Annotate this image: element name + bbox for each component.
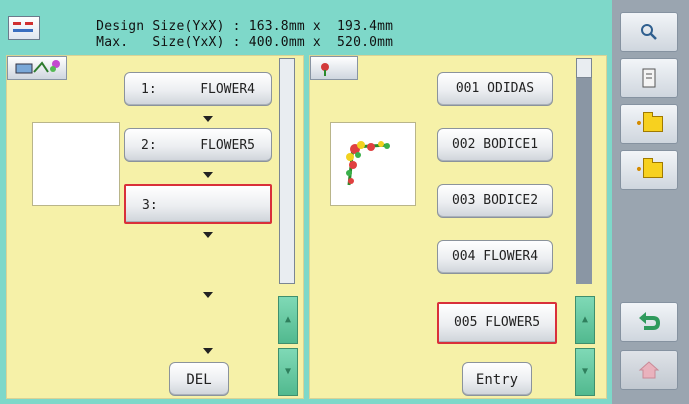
- scroll-up-button[interactable]: ▲: [278, 296, 298, 344]
- return-icon: [639, 312, 661, 330]
- memory-icon: [642, 68, 656, 88]
- design-layout-icon: [8, 16, 40, 40]
- pattern-item-1[interactable]: 001 ODIDAS: [437, 72, 553, 106]
- combination-preview: [32, 122, 120, 206]
- slot-1-button[interactable]: 1: FLOWER4: [124, 72, 272, 106]
- scrollbar-thumb[interactable]: [576, 58, 592, 78]
- pattern-item-5[interactable]: 005 FLOWER5: [437, 302, 557, 344]
- pattern-item-3[interactable]: 003 BODICE2: [437, 184, 553, 218]
- slot-3-button[interactable]: 3:: [124, 184, 272, 224]
- scroll-up-button[interactable]: ▲: [575, 296, 595, 344]
- entry-button[interactable]: Entry: [462, 362, 532, 396]
- home-icon: [638, 361, 660, 379]
- zoom-button[interactable]: [620, 12, 678, 52]
- max-size-label: Max. Size(YxX): [96, 35, 225, 50]
- folder-back-button[interactable]: •: [620, 104, 678, 144]
- arrow-down-icon: [203, 116, 213, 122]
- screen: Design Size(YxX) : 163.8mm x 193.4mm Max…: [0, 0, 689, 404]
- pattern-preview: [330, 122, 416, 206]
- home-button[interactable]: [620, 350, 678, 390]
- scroll-down-button[interactable]: ▼: [278, 348, 298, 396]
- scrollbar-thumb[interactable]: [279, 58, 295, 284]
- arrow-down-icon: [203, 292, 213, 298]
- delete-button[interactable]: DEL: [169, 362, 229, 396]
- combination-panel: 1: FLOWER4 2: FLOWER5 3: DEL ▲ ▼: [6, 55, 304, 399]
- arrow-down-icon: [203, 172, 213, 178]
- flower-marker-icon[interactable]: [310, 56, 358, 80]
- zoom-icon: [641, 24, 657, 40]
- slot-2-button[interactable]: 2: FLOWER5: [124, 128, 272, 162]
- scrollbar[interactable]: [576, 58, 592, 284]
- pattern-item-2[interactable]: 002 BODICE1: [437, 128, 553, 162]
- folder-next-icon: [643, 158, 664, 178]
- combine-editor-icon[interactable]: [7, 56, 67, 80]
- right-toolbar: • •: [612, 0, 689, 404]
- arrow-down-icon: [203, 348, 213, 354]
- return-button[interactable]: [620, 302, 678, 342]
- max-size-y: 400.0mm: [248, 35, 305, 50]
- folder-back-icon: [643, 112, 664, 132]
- arrow-down-icon: [203, 232, 213, 238]
- scroll-down-button[interactable]: ▼: [575, 348, 595, 396]
- folder-next-button[interactable]: •: [620, 150, 678, 190]
- pattern-item-4[interactable]: 004 FLOWER4: [437, 240, 553, 274]
- pattern-list-panel: 001 ODIDAS 002 BODICE1 003 BODICE2 004 F…: [309, 55, 607, 399]
- scrollbar[interactable]: [279, 58, 295, 284]
- header: Design Size(YxX) : 163.8mm x 193.4mm Max…: [0, 0, 612, 50]
- flower-pattern-icon: [346, 141, 390, 186]
- max-size-x: 520.0mm: [337, 35, 394, 50]
- memory-button[interactable]: [620, 58, 678, 98]
